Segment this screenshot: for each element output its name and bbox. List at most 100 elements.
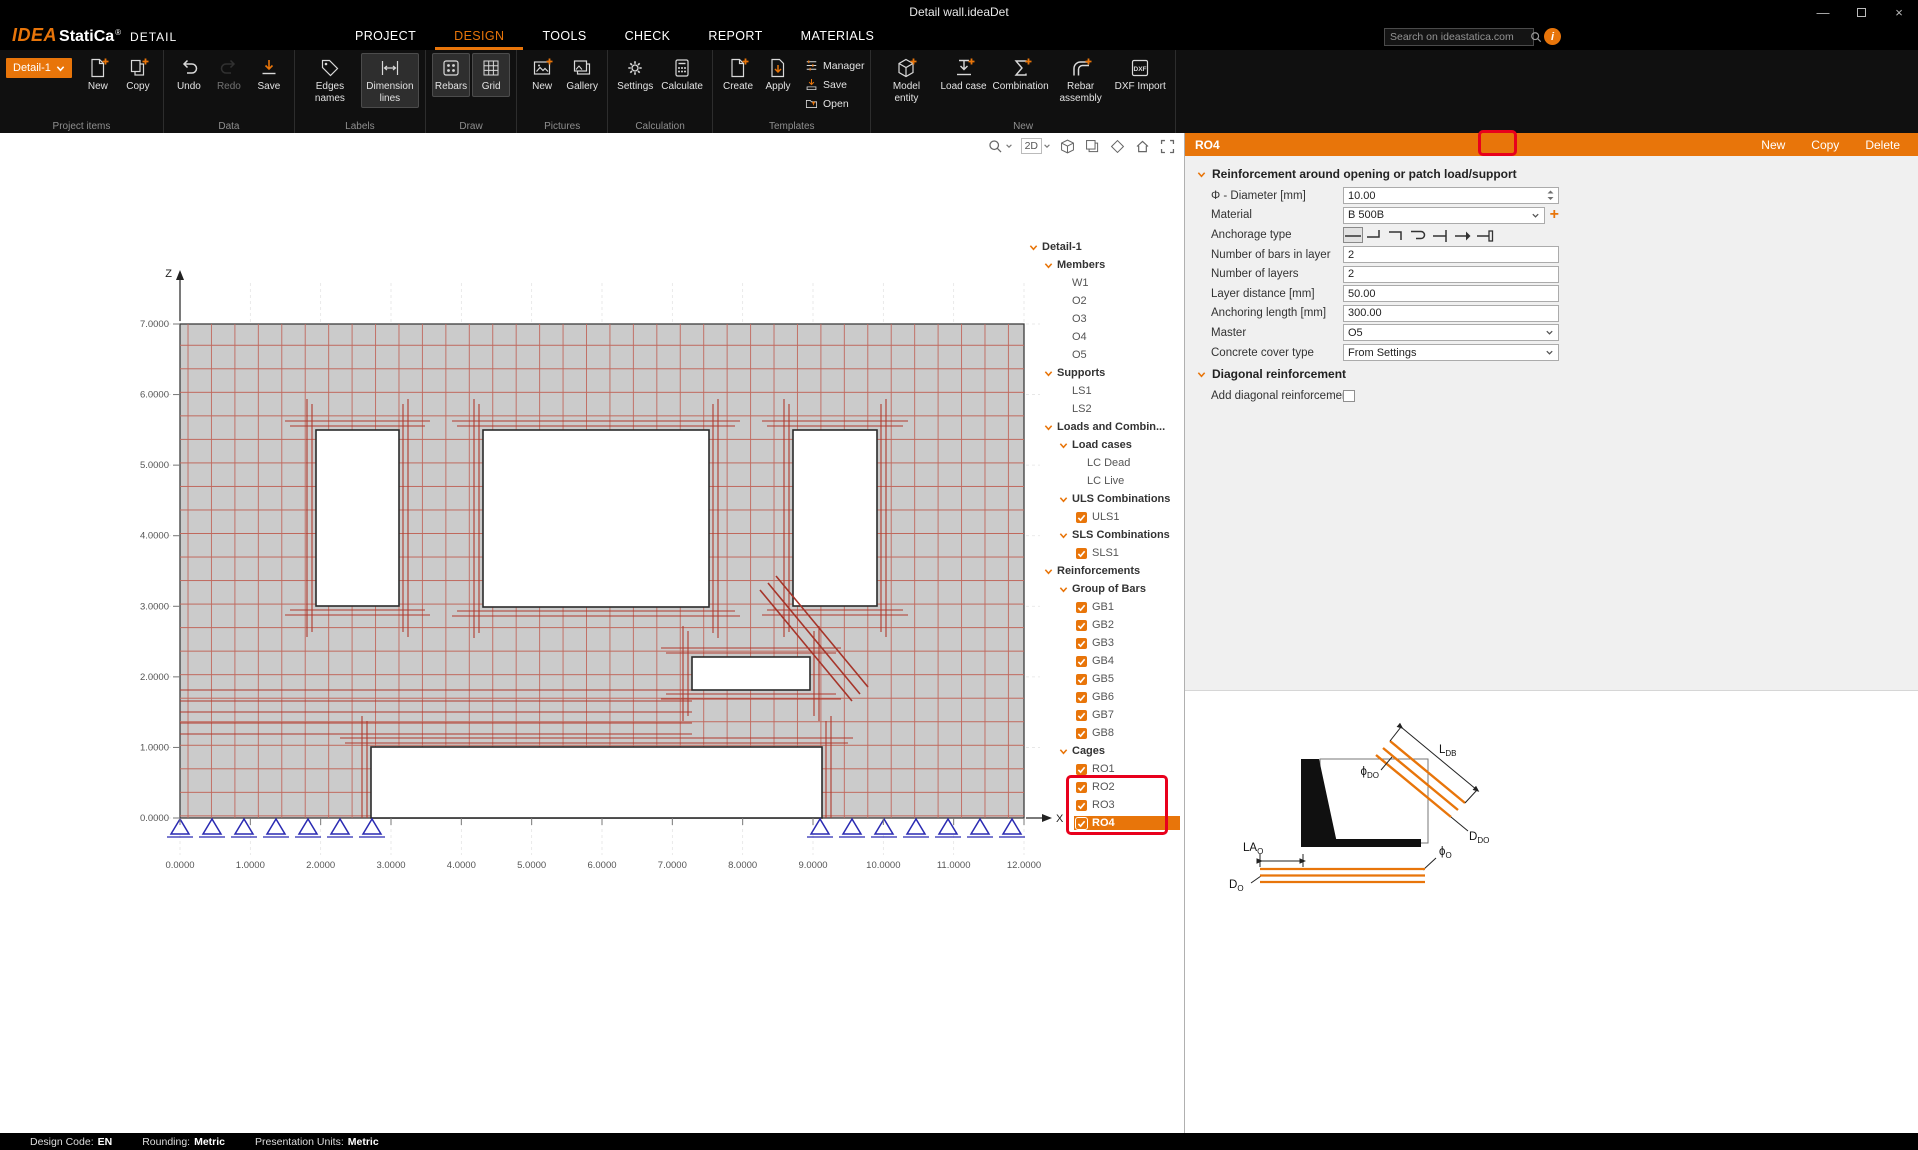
checkbox-gb4[interactable] (1076, 656, 1087, 667)
opening-door[interactable] (371, 747, 822, 818)
checkbox-gb1[interactable] (1076, 602, 1087, 613)
new-model-entity-button[interactable]: Model entity (877, 53, 935, 108)
data-save-button[interactable]: Save (250, 53, 288, 97)
tree-item-sls-combinations[interactable]: SLS Combinations (1026, 526, 1180, 544)
new-dxf-import-button[interactable]: DXFDXF Import (1112, 53, 1169, 97)
checkbox-gb8[interactable] (1076, 728, 1087, 739)
tree-item-loads-and-combin[interactable]: Loads and Combin... (1026, 418, 1180, 436)
checkbox-gb7[interactable] (1076, 710, 1087, 721)
support-triangle[interactable] (875, 819, 893, 834)
master-select[interactable]: O5 (1343, 324, 1559, 341)
data-undo-button[interactable]: Undo (170, 53, 208, 97)
checkbox-gb6[interactable] (1076, 692, 1087, 703)
support-triangle[interactable] (363, 819, 381, 834)
project-items-copy-button[interactable]: Copy (119, 53, 157, 97)
support-triangle[interactable] (331, 819, 349, 834)
tree-item-reinforcements[interactable]: Reinforcements (1026, 562, 1180, 580)
canvas-tool-pages[interactable] (1084, 138, 1101, 155)
tree-item-supports[interactable]: Supports (1026, 364, 1180, 382)
anchorage-hook-option[interactable] (1453, 227, 1473, 243)
tree-item-ls2[interactable]: LS2 (1026, 400, 1180, 418)
wall-drawing[interactable]: Z X 7.00006.00005.00004.00003.00002.0000… (0, 133, 1185, 1133)
tree-item-members[interactable]: Members (1026, 256, 1180, 274)
canvas-tool-clip[interactable] (1109, 138, 1126, 155)
canvas-tool-home[interactable] (1134, 138, 1151, 155)
tree-item-o2[interactable]: O2 (1026, 292, 1180, 310)
checkbox-gb3[interactable] (1076, 638, 1087, 649)
tree-item-gb8[interactable]: GB8 (1026, 724, 1180, 742)
tree-item-gb6[interactable]: GB6 (1026, 688, 1180, 706)
support-triangle[interactable] (299, 819, 317, 834)
new-combination-button[interactable]: Combination (992, 53, 1050, 97)
tree-item-uls1[interactable]: ULS1 (1026, 508, 1180, 526)
opening-o2[interactable] (316, 430, 399, 606)
templates-save-button[interactable]: Save (804, 77, 864, 92)
tree-item-cages[interactable]: Cages (1026, 742, 1180, 760)
tree-item-ls1[interactable]: LS1 (1026, 382, 1180, 400)
number-of-layers-input[interactable]: 2 (1343, 266, 1559, 283)
tree-item-gb3[interactable]: GB3 (1026, 634, 1180, 652)
tree-item-load-cases[interactable]: Load cases (1026, 436, 1180, 454)
tree-item-gb2[interactable]: GB2 (1026, 616, 1180, 634)
draw-grid-button[interactable]: Grid (472, 53, 510, 97)
menu-item-check[interactable]: CHECK (606, 24, 690, 50)
tree-item-gb4[interactable]: GB4 (1026, 652, 1180, 670)
support-triangle[interactable] (811, 819, 829, 834)
support-triangle[interactable] (267, 819, 285, 834)
tree-item-gb5[interactable]: GB5 (1026, 670, 1180, 688)
tree-item-gb7[interactable]: GB7 (1026, 706, 1180, 724)
opening-o5[interactable] (692, 657, 810, 690)
tree-item-ro2[interactable]: RO2 (1026, 778, 1180, 796)
anchorage-bend-down-option[interactable] (1387, 227, 1407, 243)
section-reinforcement-around-opening-or-patch-load-support[interactable]: Reinforcement around opening or patch lo… (1185, 162, 1918, 186)
line-supports[interactable] (167, 819, 1025, 837)
draw-rebars-button[interactable]: Rebars (432, 53, 470, 97)
project-item-selector[interactable]: Detail-1 (6, 58, 72, 78)
checkbox-sls1[interactable] (1076, 548, 1087, 559)
canvas-tool-axonometry[interactable] (1059, 138, 1076, 155)
search-input[interactable] (1385, 31, 1530, 43)
pictures-new-button[interactable]: New (523, 53, 561, 97)
menu-item-report[interactable]: REPORT (689, 24, 781, 50)
support-triangle[interactable] (971, 819, 989, 834)
menu-item-project[interactable]: PROJECT (336, 24, 435, 50)
calculation-settings-button[interactable]: Settings (614, 53, 656, 97)
new-button[interactable]: New (1761, 138, 1785, 152)
tree-item-o4[interactable]: O4 (1026, 328, 1180, 346)
opening-o4[interactable] (793, 430, 877, 606)
anchoring-length-mm-input[interactable]: 300.00 (1343, 305, 1559, 322)
maximize-button[interactable] (1842, 0, 1880, 24)
diameter-mm-stepper[interactable] (1547, 189, 1554, 202)
support-triangle[interactable] (203, 819, 221, 834)
tree-item-sls1[interactable]: SLS1 (1026, 544, 1180, 562)
delete-button[interactable]: Delete (1865, 138, 1900, 152)
diameter-mm-input[interactable]: 10.00 (1343, 187, 1559, 204)
number-of-bars-in-layer-input[interactable]: 2 (1343, 246, 1559, 263)
tree-item-w1[interactable]: W1 (1026, 274, 1180, 292)
support-triangle[interactable] (939, 819, 957, 834)
tree-item-ro3[interactable]: RO3 (1026, 796, 1180, 814)
info-icon[interactable]: i (1544, 28, 1561, 45)
support-triangle[interactable] (843, 819, 861, 834)
menu-item-design[interactable]: DESIGN (435, 24, 523, 50)
project-items-new-button[interactable]: New (79, 53, 117, 97)
add-material-button[interactable]: + (1550, 207, 1559, 223)
new-rebar-assembly-button[interactable]: Rebar assembly (1052, 53, 1110, 108)
tree-item-ro1[interactable]: RO1 (1026, 760, 1180, 778)
templates-create-button[interactable]: Create (719, 53, 757, 97)
new-load-case-button[interactable]: Load case (937, 53, 989, 97)
checkbox-ro4[interactable] (1076, 818, 1087, 829)
tree-item-o5[interactable]: O5 (1026, 346, 1180, 364)
templates-open-button[interactable]: Open (804, 96, 864, 111)
canvas-tool-fullscreen[interactable] (1159, 138, 1176, 155)
concrete-cover-type-select[interactable]: From Settings (1343, 344, 1559, 361)
tree-item-lc-live[interactable]: LC Live (1026, 472, 1180, 490)
tree-item-uls-combinations[interactable]: ULS Combinations (1026, 490, 1180, 508)
drawing-canvas[interactable]: Z X 7.00006.00005.00004.00003.00002.0000… (0, 133, 1185, 1133)
material-select[interactable]: B 500B (1343, 207, 1545, 224)
menu-item-tools[interactable]: TOOLS (523, 24, 605, 50)
opening-o3[interactable] (483, 430, 709, 607)
templates-manager-button[interactable]: Manager (804, 58, 864, 73)
checkbox-ro1[interactable] (1076, 764, 1087, 775)
tree-item-gb1[interactable]: GB1 (1026, 598, 1180, 616)
